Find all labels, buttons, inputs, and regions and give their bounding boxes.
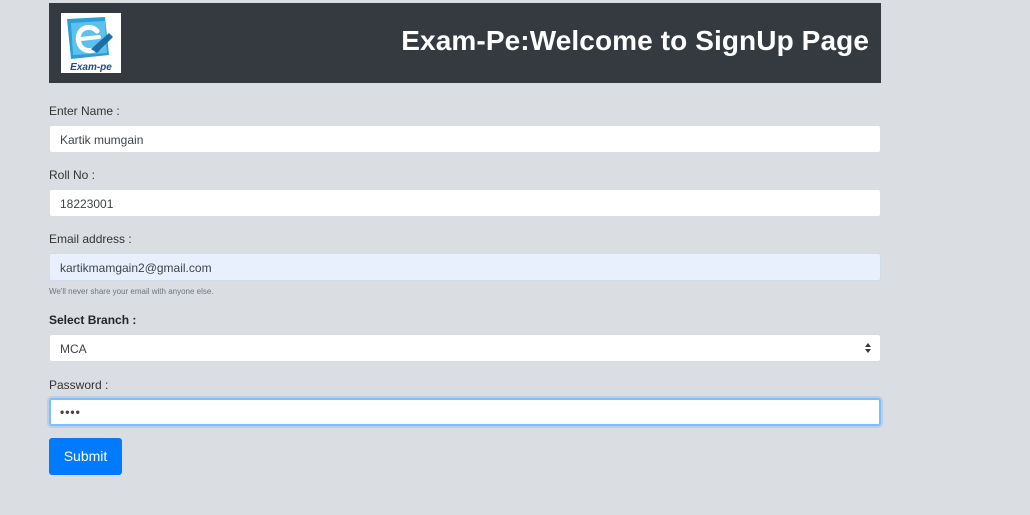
svg-text:Exam-pe: Exam-pe	[70, 62, 112, 73]
email-input[interactable]: kartikmamgain2@gmail.com	[49, 253, 881, 281]
email-input-value: kartikmamgain2@gmail.com	[60, 261, 212, 275]
page-title: Exam-Pe:Welcome to SignUp Page	[401, 25, 869, 56]
branch-label: Select Branch :	[49, 313, 137, 327]
name-input[interactable]: Kartik mumgain	[49, 125, 881, 153]
email-help-text: We'll never share your email with anyone…	[49, 287, 214, 296]
exam-pe-logo-icon: Exam-pe	[61, 13, 121, 73]
roll-no-input-value: 18223001	[60, 197, 114, 211]
select-updown-arrow-icon	[865, 343, 871, 353]
branch-select-value: MCA	[60, 342, 87, 356]
email-label: Email address :	[49, 232, 132, 246]
name-input-value: Kartik mumgain	[60, 133, 144, 147]
password-input-value: ••••	[60, 405, 81, 419]
roll-no-label: Roll No :	[49, 168, 96, 182]
roll-no-input[interactable]: 18223001	[49, 189, 881, 217]
password-input[interactable]: ••••	[49, 398, 881, 426]
name-label: Enter Name :	[49, 104, 120, 118]
page-header: Exam-pe Exam-Pe:Welcome to SignUp Page	[49, 3, 881, 83]
exam-pe-logo: Exam-pe	[61, 13, 121, 73]
submit-button[interactable]: Submit	[49, 438, 122, 475]
branch-select[interactable]: MCA	[49, 334, 881, 362]
password-label: Password :	[49, 378, 109, 392]
